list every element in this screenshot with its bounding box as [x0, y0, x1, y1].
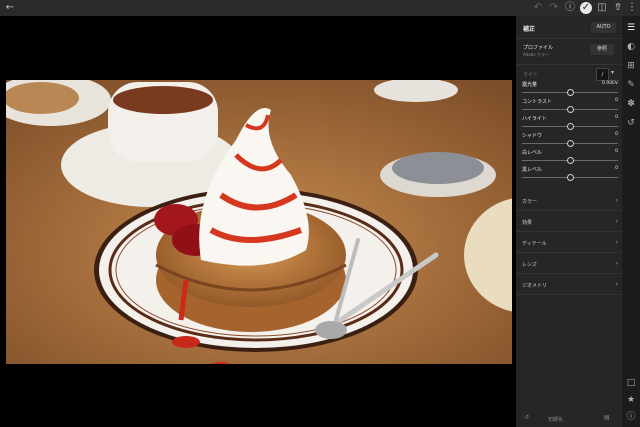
section-label: カラー: [522, 199, 538, 205]
slider-value[interactable]: 0: [615, 149, 618, 154]
help-icon[interactable]: ⓘ: [564, 2, 576, 14]
chevron-right-icon: ›: [615, 260, 618, 267]
image-canvas[interactable]: [0, 16, 516, 427]
color-mix-icon[interactable]: ◐: [625, 41, 637, 53]
profile-label: プロファイル: [523, 45, 554, 51]
section-header[interactable]: 効果 ›: [522, 217, 618, 227]
healing-brush-icon[interactable]: ✎: [625, 79, 637, 91]
divider: [516, 210, 622, 211]
slider-value[interactable]: 0: [615, 115, 618, 120]
divider: [516, 294, 622, 295]
slider-label: シャドウ: [522, 133, 543, 139]
top-toolbar: ← ↶ ↷ ⓘ ✓ ◫ ⇮ ⋮: [0, 0, 640, 16]
section-label: ディテール: [522, 241, 547, 247]
slider-handle[interactable]: [567, 106, 574, 113]
profile-value: Adobe カラー: [523, 52, 549, 57]
slider-label: ハイライト: [522, 116, 547, 122]
back-arrow-icon[interactable]: ←: [4, 2, 16, 14]
photo-preview: [6, 80, 512, 364]
point-curve-icon[interactable]: ∕: [596, 68, 609, 81]
divider: [516, 64, 622, 65]
history-icon[interactable]: ↺: [625, 117, 637, 129]
slider-handle[interactable]: [567, 174, 574, 181]
crop-icon[interactable]: ⊞: [625, 60, 637, 72]
section-label: レンズ: [522, 262, 537, 268]
divider: [516, 38, 622, 39]
light-section-label: ライト: [523, 72, 539, 78]
compare-icon[interactable]: ◫: [596, 2, 608, 14]
slider-label: 黒レベル: [522, 167, 543, 173]
checkmark-icon[interactable]: ✓: [580, 2, 592, 14]
section-header[interactable]: ジオメトリ ›: [522, 280, 618, 290]
profile-browse-button[interactable]: 参照: [590, 44, 614, 55]
slider-handle[interactable]: [567, 89, 574, 96]
chevron-right-icon: ›: [615, 218, 618, 225]
section-header[interactable]: カラー ›: [522, 196, 618, 206]
info-icon[interactable]: ⓘ: [625, 411, 637, 423]
presets-icon[interactable]: ▤: [604, 414, 610, 421]
slider-value[interactable]: 0: [615, 166, 618, 171]
slider-handle[interactable]: [567, 157, 574, 164]
redo-icon[interactable]: ↷: [548, 2, 560, 14]
masking-icon[interactable]: ✽: [625, 98, 637, 110]
chevron-down-icon[interactable]: ▾: [611, 69, 614, 76]
comment-icon[interactable]: □: [625, 377, 637, 389]
slider-handle[interactable]: [567, 140, 574, 147]
slider-label: 露光量: [522, 82, 538, 88]
section-label: ジオメトリ: [522, 283, 548, 289]
undo-icon[interactable]: ↶: [532, 2, 544, 14]
divider: [516, 273, 622, 274]
adjust-sliders-icon[interactable]: ☰: [625, 22, 637, 34]
star-icon[interactable]: ★: [625, 394, 637, 406]
chevron-right-icon: ›: [615, 239, 618, 246]
chevron-right-icon: ›: [615, 197, 618, 204]
chevron-right-icon: ›: [615, 281, 618, 288]
slider-value[interactable]: 0: [615, 98, 618, 103]
divider: [516, 231, 622, 232]
divider: [516, 252, 622, 253]
tool-rail: ☰ ◐ ⊞ ✎ ✽ ↺ □ ★ ⓘ: [622, 16, 640, 427]
section-header[interactable]: ディテール ›: [522, 238, 618, 248]
slider-value[interactable]: 0.00EV: [602, 81, 618, 86]
slider-value[interactable]: 0: [615, 132, 618, 137]
auto-button[interactable]: AUTO: [591, 22, 616, 33]
slider-label: 白レベル: [522, 150, 543, 156]
share-icon[interactable]: ⇮: [612, 2, 624, 14]
section-header[interactable]: レンズ ›: [522, 259, 618, 269]
undo-all-icon[interactable]: ↺: [524, 414, 529, 421]
slider-label: コントラスト: [522, 99, 552, 105]
reset-button[interactable]: 初期化: [548, 416, 563, 423]
panel-title: 補正: [523, 26, 536, 33]
slider-handle[interactable]: [567, 123, 574, 130]
edit-panel: 補正 AUTO プロファイル Adobe カラー 参照 ライト ∕ ▾ 露光量 0…: [516, 16, 622, 427]
more-vertical-icon[interactable]: ⋮: [626, 2, 638, 14]
panel-footer: ↺ 初期化 ▤: [516, 411, 622, 427]
section-label: 効果: [522, 220, 533, 226]
